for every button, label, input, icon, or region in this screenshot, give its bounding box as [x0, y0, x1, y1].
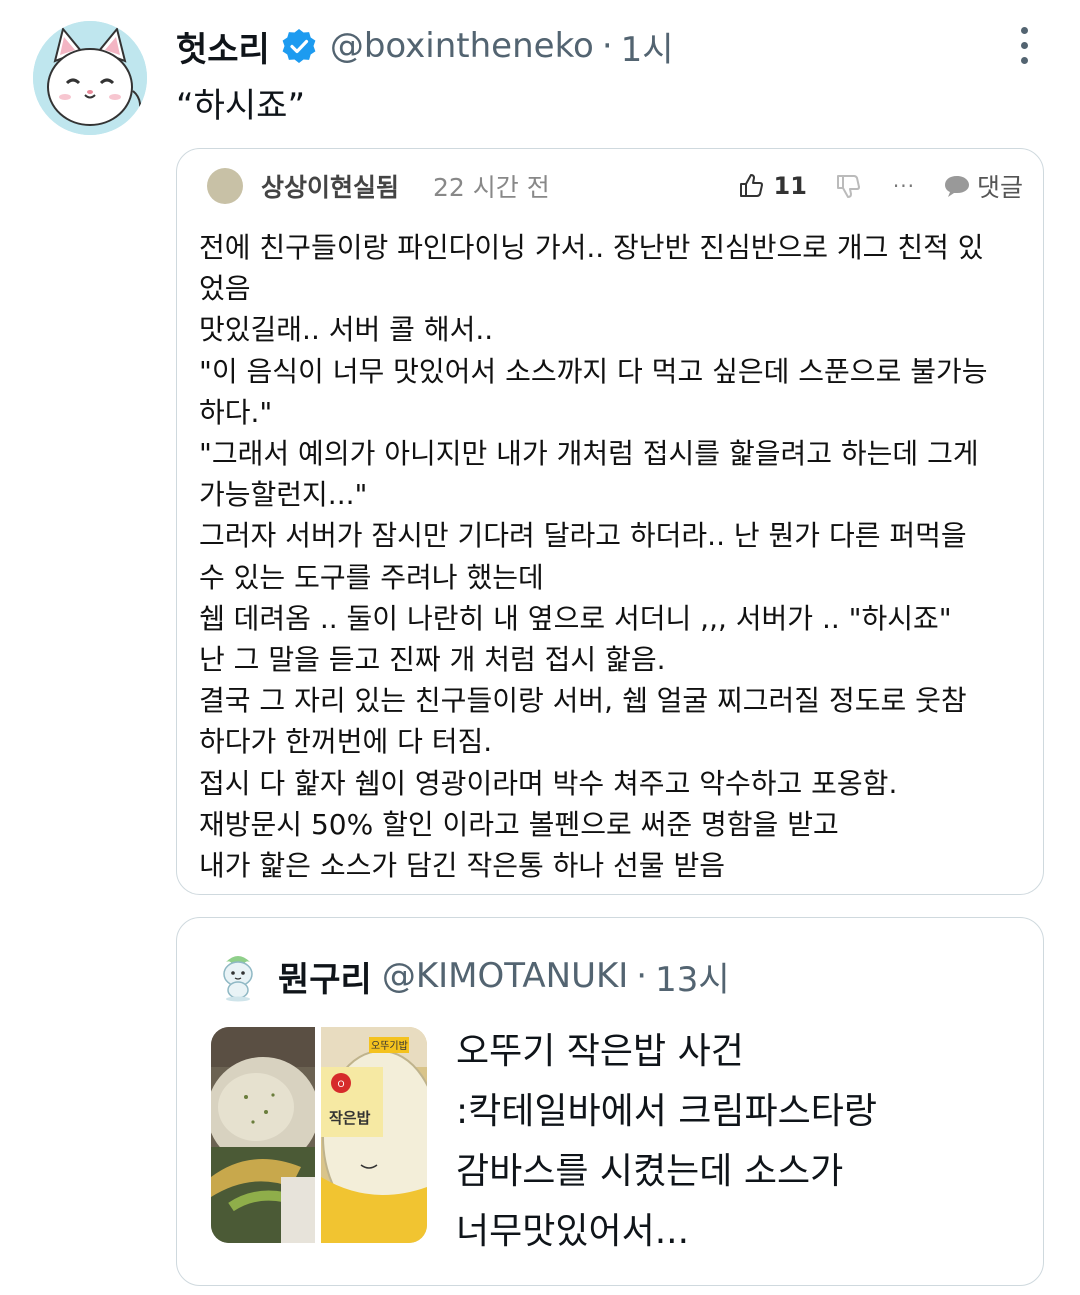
quoted-author-avatar: [212, 950, 264, 1002]
pasta-photo[interactable]: [211, 1027, 315, 1243]
tweet-header: 헛소리 @boxintheneko · 1시: [176, 18, 674, 74]
author-name[interactable]: 헛소리: [176, 22, 270, 71]
comment-header: 상상이현실됨 22 시간 전 11 ··· 댓글: [207, 161, 1023, 211]
comment-line: "그래서 예의가 아니지만 내가 개처럼 접시를 핥을려고 하는데 그게: [199, 437, 979, 471]
commenter-username: 상상이현실됨: [261, 173, 400, 202]
comment-line: 그러자 서버가 잠시만 기다려 달라고 하더라.. 난 뭔가 다른 퍼먹을: [199, 519, 967, 553]
comment-line: 난 그 말을 듣고 진짜 개 처럼 접시 핥음.: [199, 643, 666, 677]
comment-line: 수 있는 도구를 주려나 했는데: [199, 560, 544, 594]
quoted-tweet-text: 오뚜기 작은밥 사건 :칵테일바에서 크림파스타랑 감바스를 시켰는데 소스가 …: [456, 1022, 877, 1262]
ellipsis-icon: ···: [892, 174, 915, 198]
comment-line: 내가 핥은 소스가 담긴 작은통 하나 선물 받음: [199, 849, 725, 883]
comment-line: 맛있길래.. 서버 콜 해서..: [199, 313, 494, 347]
quoted-line: 너무맛있어서...: [456, 1211, 690, 1252]
comment-line: 하다가 한꺼번에 다 터짐.: [199, 725, 493, 759]
thumbs-up-icon: [739, 174, 763, 197]
thumbs-down-icon: [836, 175, 860, 198]
attached-screenshot[interactable]: 상상이현실됨 22 시간 전 11 ··· 댓글 전에 친구들이랑 파인다이닝 …: [176, 148, 1044, 895]
rice-brand: 오뚜기밥: [371, 1040, 408, 1052]
comment-line: 가능할런지...": [199, 478, 368, 512]
quoted-author-name[interactable]: 뭔구리: [278, 952, 372, 1001]
comment-line: 었음: [199, 272, 251, 306]
quoted-line: :칵테일바에서 크림파스타랑: [456, 1091, 878, 1132]
comment-line: 하다.": [199, 395, 273, 429]
quoted-tweet[interactable]: 뭔구리 @KIMOTANUKI · 13시 O 작은밥 오뚜기밥 오뚜기 작은밥…: [176, 917, 1044, 1286]
comment-line: "이 음식이 너무 맛있어서 소스까지 다 먹고 싶은데 스푼으로 불가능: [199, 354, 988, 388]
separator-dot: ·: [636, 956, 648, 996]
svg-text:O: O: [337, 1080, 344, 1090]
comment-line: 결국 그 자리 있는 친구들이랑 서버, 쉡 얼굴 찌그러질 정도로 웃참: [199, 684, 967, 718]
comment-line: 재방문시 50% 할인 이라고 볼펜으로 써준 명함을 받고: [199, 807, 839, 841]
comment-bubble-icon: [944, 176, 969, 197]
comment-label: 댓글: [976, 173, 1023, 202]
quoted-tweet-header: 뭔구리 @KIMOTANUKI · 13시: [212, 950, 730, 1002]
comment-actions: 11 ··· 댓글: [738, 161, 1023, 211]
comment-time: 22 시간 전: [433, 173, 550, 202]
quoted-tweet-time[interactable]: 13시: [655, 952, 730, 1001]
tweet-text: “하시죠”: [176, 86, 306, 126]
comment-body: 전에 친구들이랑 파인다이닝 가서.. 장난반 진심반으로 개그 친적 있 었음…: [199, 227, 1025, 886]
commenter-avatar: [207, 168, 243, 204]
author-avatar[interactable]: [33, 21, 147, 135]
comment-line: 쉡 데려옴 .. 둘이 나란히 내 옆으로 서더니 ,,, 서버가 .. "하시…: [199, 601, 952, 635]
more-options-icon[interactable]: [1012, 27, 1036, 67]
quoted-author-handle[interactable]: @KIMOTANUKI: [382, 956, 628, 996]
author-handle[interactable]: @boxintheneko: [330, 26, 594, 66]
comment-line: 전에 친구들이랑 파인다이닝 가서.. 장난반 진심반으로 개그 친적 있: [199, 231, 984, 264]
tweet-time[interactable]: 1시: [621, 22, 674, 71]
rice-container-photo[interactable]: O 작은밥 오뚜기밥: [321, 1027, 427, 1243]
rice-label: 작은밥: [329, 1109, 371, 1127]
verified-badge-icon: [280, 27, 318, 65]
quoted-line: 감바스를 시켰는데 소스가: [456, 1151, 844, 1192]
quoted-line: 오뚜기 작은밥 사건: [456, 1031, 744, 1072]
separator-dot: ·: [601, 26, 613, 66]
like-count: 11: [773, 172, 807, 200]
comment-line: 접시 다 핥자 쉡이 영광이라며 박수 쳐주고 악수하고 포옹함.: [199, 766, 898, 800]
